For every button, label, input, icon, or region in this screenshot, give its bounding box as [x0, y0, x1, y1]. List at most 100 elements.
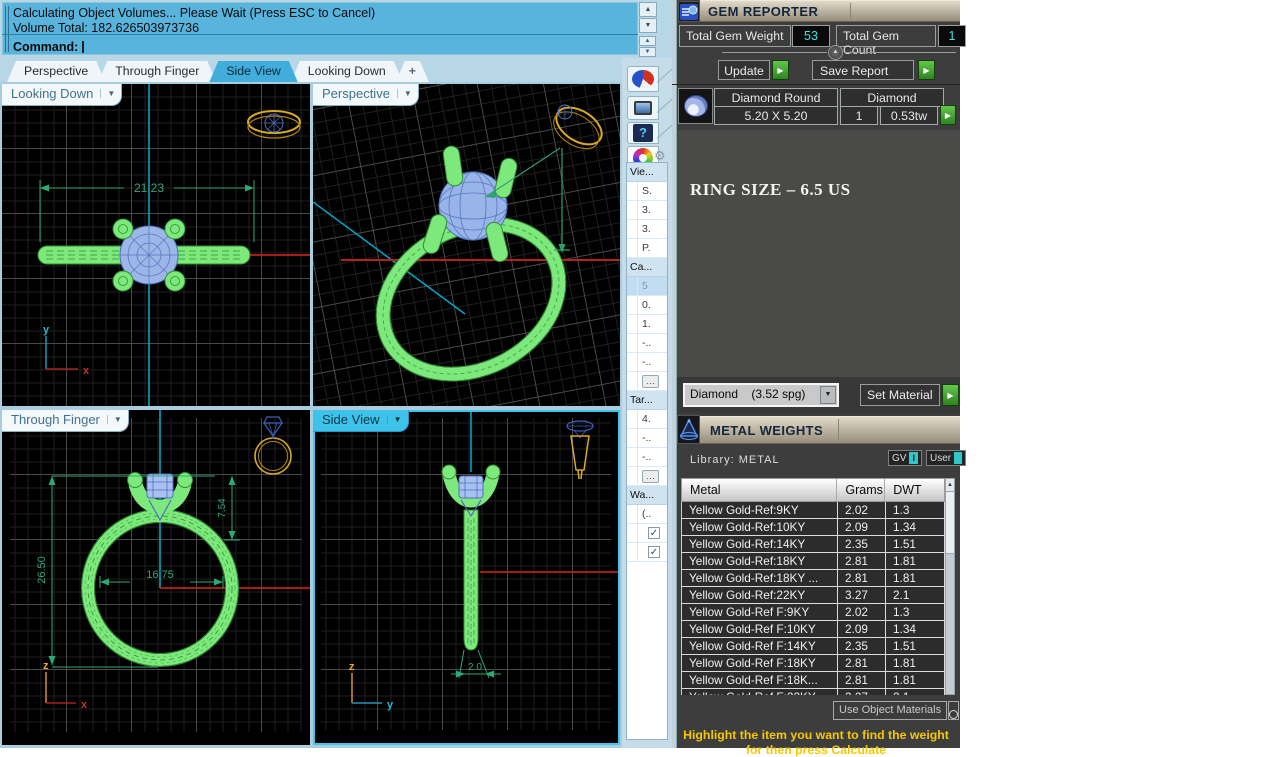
table-row[interactable]: Yellow Gold-Ref:10KY2.091.34	[682, 519, 945, 536]
spinner-down-icon[interactable]: ▼	[639, 47, 656, 57]
property-row[interactable]: -..	[627, 334, 667, 353]
table-row[interactable]: Yellow Gold-Ref F:14KY2.351.51	[682, 638, 945, 655]
dim-width-label: 21.23	[134, 181, 164, 195]
material-dropdown[interactable]: Diamond (3.52 spg)	[683, 383, 839, 407]
chevron-down-icon[interactable]: ▼	[100, 89, 115, 98]
viewport-side-view[interactable]: 2.0 z y Side View ▼	[313, 410, 620, 745]
save-report-button[interactable]: Save Report	[812, 60, 914, 80]
metal-weights-icon	[677, 415, 700, 444]
ellipsis-button[interactable]: …	[642, 375, 659, 388]
gem-reporter-titlebar[interactable]: GEM REPORTER	[700, 0, 960, 22]
property-row[interactable]: 4.	[627, 410, 667, 429]
update-button[interactable]: Update	[718, 60, 770, 80]
set-material-button[interactable]: Set Material	[860, 384, 940, 406]
col-dwt[interactable]: DWT	[885, 479, 944, 501]
looking-down-canvas[interactable]: 21.23	[2, 84, 310, 406]
library-label: Library: METAL	[690, 454, 780, 466]
user-toggle[interactable]: User	[926, 450, 966, 466]
ellipsis-button[interactable]: …	[642, 470, 659, 483]
gem-row-run-button[interactable]: ▶	[940, 105, 956, 125]
table-row[interactable]: Yellow Gold-Ref:18KY2.811.81	[682, 553, 945, 570]
col-grams[interactable]: Grams	[837, 479, 885, 501]
section-header-viewport: Vie...	[627, 163, 667, 182]
tab-through-finger[interactable]: Through Finger	[98, 61, 216, 82]
tab-looking-down[interactable]: Looking Down	[291, 61, 403, 82]
table-row[interactable]: Yellow Gold-Ref:18KY ...2.811.81	[682, 570, 945, 587]
spinner-up-icon[interactable]: ▲	[639, 36, 656, 46]
property-row[interactable]: S.	[627, 182, 667, 201]
checkbox-checked[interactable]: ✓	[648, 527, 660, 539]
table-row[interactable]: Yellow Gold-Ref:22KY3.272.1	[682, 587, 945, 604]
through-finger-canvas[interactable]: 16.75 26.50 7.54 z x	[2, 410, 310, 745]
property-row[interactable]: -..	[627, 353, 667, 372]
viewport-looking-down[interactable]: 21.23	[2, 84, 310, 406]
viewport-label-side-view[interactable]: Side View ▼	[313, 410, 409, 432]
viewport-label-looking-down[interactable]: Looking Down ▼	[2, 84, 122, 106]
property-row[interactable]: 1.	[627, 315, 667, 334]
total-gem-count-label: Total Gem Count	[836, 25, 936, 47]
property-row[interactable]: 0.	[627, 296, 667, 315]
property-row[interactable]: -..	[627, 448, 667, 467]
display-tab[interactable]	[627, 96, 659, 120]
col-metal[interactable]: Metal	[682, 479, 837, 501]
property-row[interactable]: 3.	[627, 220, 667, 239]
gv-toggle[interactable]: GVI	[888, 450, 922, 466]
set-material-run-button[interactable]: ▶	[942, 384, 959, 406]
gem-side-view[interactable]	[459, 476, 483, 498]
metal-weights-titlebar[interactable]: METAL WEIGHTS	[700, 416, 960, 444]
collapse-button[interactable]: ▲	[828, 45, 843, 60]
viewport-perspective[interactable]: Perspective ▼	[313, 84, 620, 406]
side-view-canvas[interactable]: 2.0 z y	[313, 410, 620, 745]
scroll-down-icon[interactable]: ▼	[639, 18, 657, 33]
command-history-panel[interactable]: Calculating Object Volumes... Please Wai…	[2, 2, 638, 55]
display-mode-tab[interactable]	[627, 66, 659, 92]
dim-inner-width-label: 16.75	[146, 569, 174, 581]
scroll-up-icon[interactable]: ▲	[639, 2, 657, 17]
command-spinner[interactable]: ▲ ▼	[639, 36, 656, 58]
use-object-materials-box[interactable]: Use Object Materials	[833, 701, 947, 720]
properties-panel: Vie... S. 3. 3. P. Ca... 5 0. 1. -.. -..…	[626, 162, 668, 740]
property-row[interactable]: 3.	[627, 201, 667, 220]
tab-perspective[interactable]: Perspective	[7, 61, 105, 82]
save-report-run-button[interactable]: ▶	[918, 60, 935, 80]
gem-thumbnail[interactable]	[678, 88, 713, 124]
viewport-through-finger[interactable]: 16.75 26.50 7.54 z x Throug	[2, 410, 310, 745]
property-row[interactable]: ✓	[627, 543, 667, 562]
property-row[interactable]: P.	[627, 239, 667, 258]
gem-weight-cell: 0.53tw	[880, 106, 938, 125]
property-row[interactable]: …	[627, 372, 667, 391]
total-gem-weight-value: 53	[792, 25, 830, 47]
property-row[interactable]: …	[627, 467, 667, 486]
add-viewport-tab[interactable]: +	[396, 61, 429, 82]
table-row[interactable]: Yellow Gold-Ref F:9KY2.021.3	[682, 604, 945, 621]
chevron-down-icon[interactable]: ▼	[387, 415, 402, 424]
table-row[interactable]: Yellow Gold-Ref F:18K...2.811.81	[682, 672, 945, 689]
perspective-canvas[interactable]	[313, 84, 620, 406]
use-object-materials-indicator[interactable]	[948, 701, 959, 720]
chevron-down-icon[interactable]: ▼	[397, 89, 412, 98]
scroll-thumb[interactable]	[946, 492, 954, 554]
help-tab[interactable]: ?	[627, 122, 659, 144]
viewport-label-through-finger[interactable]: Through Finger ▼	[2, 410, 129, 432]
update-run-button[interactable]: ▶	[772, 60, 789, 80]
table-row[interactable]: Yellow Gold-Ref F:22KY3.272.1	[682, 689, 945, 695]
property-row[interactable]: (..	[627, 505, 667, 524]
table-row[interactable]: Yellow Gold-Ref F:18KY2.811.81	[682, 655, 945, 672]
table-row[interactable]: Yellow Gold-Ref:14KY2.351.51	[682, 536, 945, 553]
command-scrollbar[interactable]: ▲ ▼	[639, 2, 657, 34]
table-row[interactable]: Yellow Gold-Ref F:10KY2.091.34	[682, 621, 945, 638]
metal-table-header[interactable]: Metal Grams DWT	[681, 478, 945, 502]
property-row-selected[interactable]: 5	[627, 277, 667, 296]
scroll-up-icon[interactable]: ▲	[946, 479, 954, 492]
property-row[interactable]: -..	[627, 429, 667, 448]
tab-side-view[interactable]: Side View	[209, 61, 297, 82]
dim-head-label: 7.54	[217, 498, 228, 518]
panel-grip[interactable]	[5, 6, 9, 52]
table-scrollbar[interactable]: ▲	[945, 478, 955, 695]
viewport-label-perspective[interactable]: Perspective ▼	[313, 84, 419, 106]
table-row[interactable]: Yellow Gold-Ref:9KY2.021.3	[682, 502, 945, 519]
property-row[interactable]: ✓	[627, 524, 667, 543]
chevron-down-icon[interactable]: ▼	[107, 415, 122, 424]
checkbox-checked[interactable]: ✓	[648, 546, 660, 558]
dropdown-arrow-icon[interactable]: ▼	[820, 386, 836, 404]
